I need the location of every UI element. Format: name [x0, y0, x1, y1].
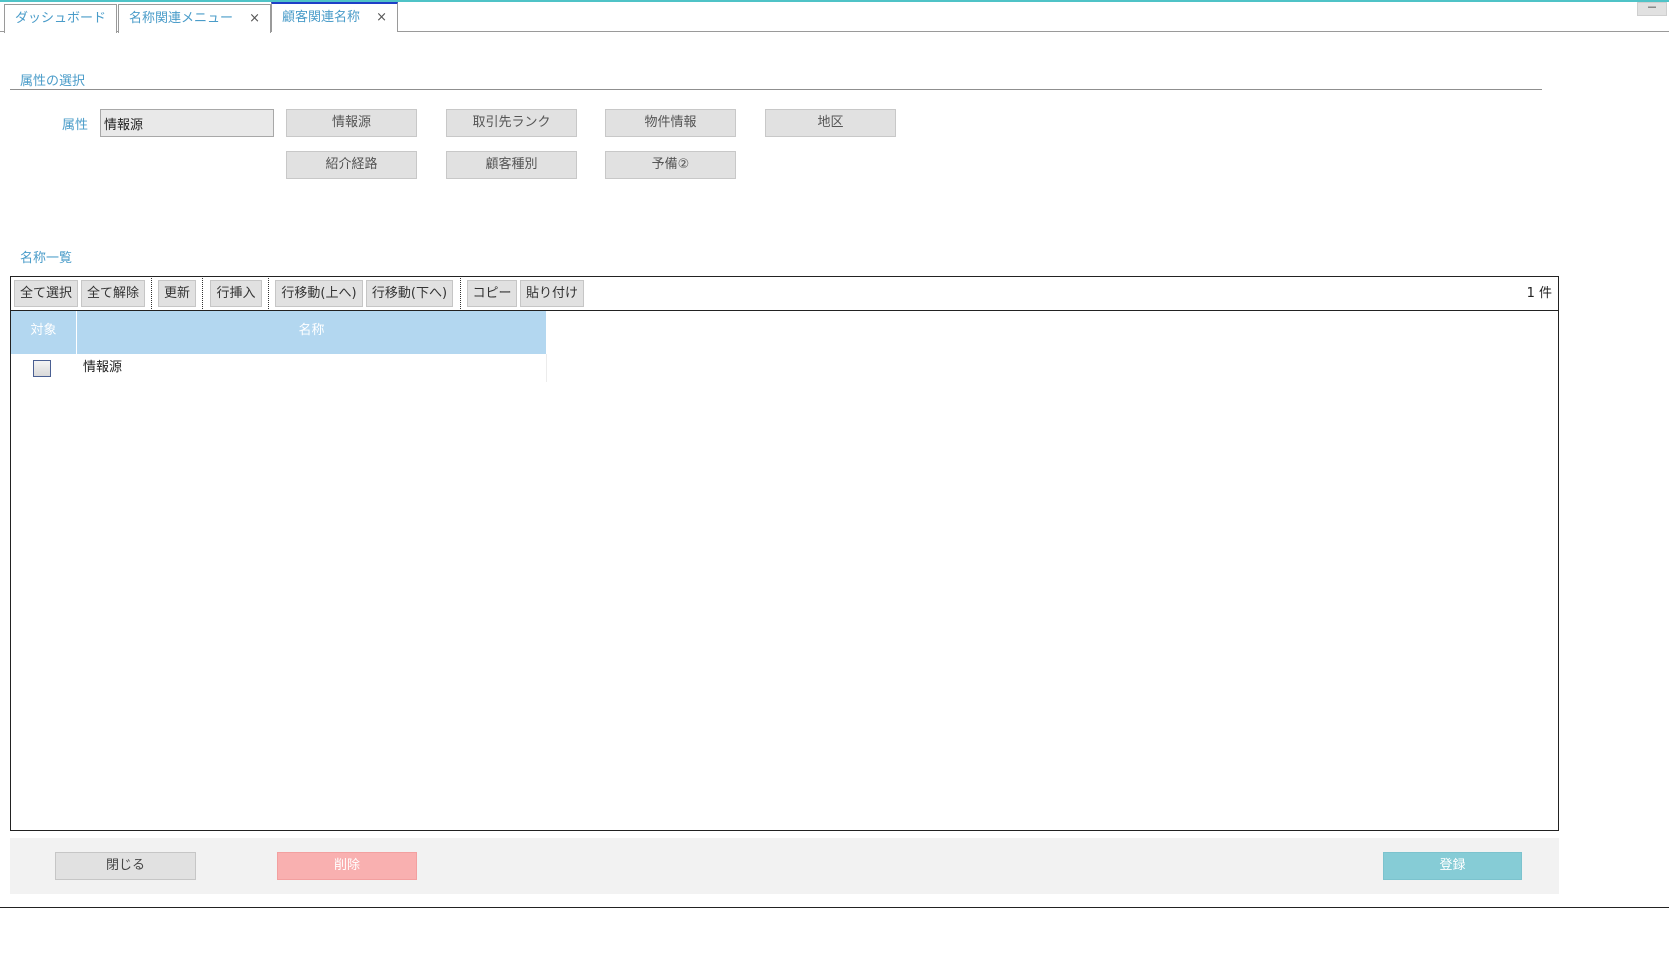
list-section-title: 名称一覧 [20, 251, 73, 266]
tab-dashboard[interactable]: ダッシュボード [4, 4, 117, 33]
footer-bar: 閉じる 削除 登録 [10, 838, 1559, 894]
toolbar-separator [460, 278, 461, 309]
attr-button-reserve-2[interactable]: 予備② [605, 151, 736, 179]
insert-row-button[interactable]: 行挿入 [210, 280, 262, 307]
copy-button[interactable]: コピー [467, 280, 517, 307]
attr-button-info-source[interactable]: 情報源 [286, 109, 417, 137]
attribute-section-title: 属性の選択 [20, 74, 86, 89]
row-count: 1 件 [1526, 286, 1552, 301]
paste-button[interactable]: 貼り付け [520, 280, 584, 307]
attr-button-referral-route[interactable]: 紹介経路 [286, 151, 417, 179]
toolbar-separator [151, 278, 152, 309]
name-grid: 全て選択 全て解除 更新 行挿入 行移動(上へ) 行移動(下へ) コピー 貼り付… [10, 276, 1559, 831]
register-button[interactable]: 登録 [1383, 852, 1522, 880]
toolbar-separator [202, 278, 203, 309]
attribute-input[interactable] [100, 109, 274, 137]
deselect-all-button[interactable]: 全て解除 [81, 280, 145, 307]
attr-button-customer-type[interactable]: 顧客種別 [446, 151, 577, 179]
row-name-cell[interactable]: 情報源 [83, 354, 122, 382]
select-all-button[interactable]: 全て選択 [14, 280, 78, 307]
column-header-target[interactable]: 対象 [11, 311, 77, 354]
tab-label: 名称関連メニュー [129, 11, 234, 26]
minimize-button[interactable]: － [1637, 2, 1667, 16]
toolbar-separator [268, 278, 269, 309]
attr-button-client-rank[interactable]: 取引先ランク [446, 109, 577, 137]
column-header-name[interactable]: 名称 [77, 311, 546, 354]
refresh-button[interactable]: 更新 [158, 280, 196, 307]
row-checkbox[interactable] [33, 360, 51, 377]
close-button[interactable]: 閉じる [55, 852, 196, 880]
close-icon[interactable]: × [249, 5, 260, 33]
attr-button-property-info[interactable]: 物件情報 [605, 109, 736, 137]
tab-name-menu[interactable]: 名称関連メニュー × [118, 4, 271, 33]
tab-label: 顧客関連名称 [282, 10, 361, 25]
column-divider [546, 354, 547, 382]
tab-label: ダッシュボード [15, 11, 107, 26]
move-row-up-button[interactable]: 行移動(上へ) [275, 280, 363, 307]
attribute-label: 属性 [62, 118, 89, 133]
close-icon[interactable]: × [376, 4, 387, 32]
move-row-down-button[interactable]: 行移動(下へ) [366, 280, 453, 307]
section-divider [10, 89, 1542, 90]
tab-customer-names[interactable]: 顧客関連名称 × [271, 2, 398, 32]
bottom-border [0, 907, 1669, 908]
delete-button[interactable]: 削除 [277, 852, 417, 880]
table-row[interactable]: 情報源 [11, 354, 546, 382]
grid-toolbar: 全て選択 全て解除 更新 行挿入 行移動(上へ) 行移動(下へ) コピー 貼り付… [11, 277, 1558, 311]
tab-bar: ダッシュボード 名称関連メニュー × 顧客関連名称 × [0, 2, 1669, 33]
attr-button-district[interactable]: 地区 [765, 109, 896, 137]
